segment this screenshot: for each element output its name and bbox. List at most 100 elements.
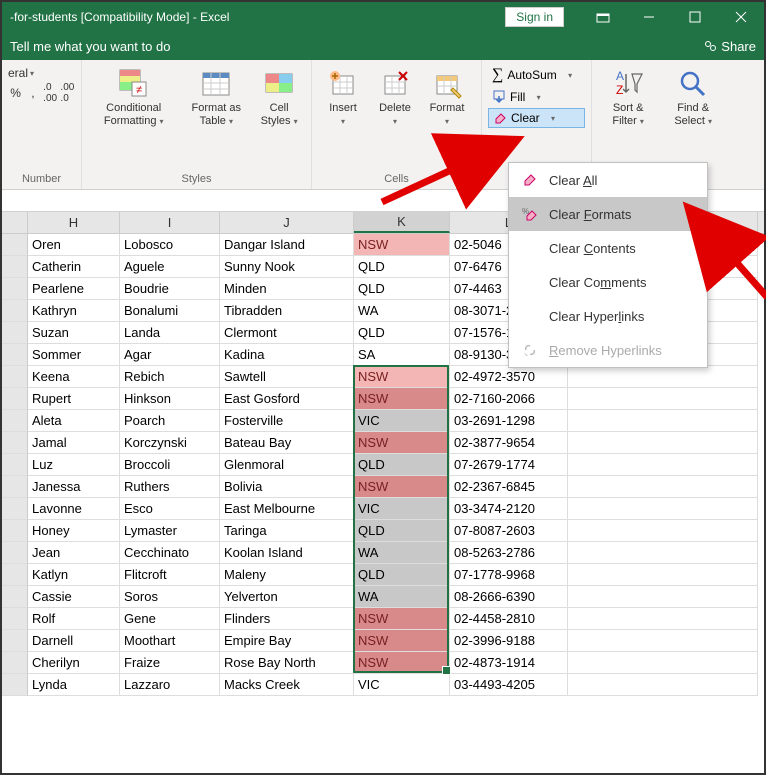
cell[interactable]: Aleta [28,410,120,432]
cell[interactable]: Moothart [120,630,220,652]
cell[interactable]: Jamal [28,432,120,454]
cell[interactable]: Agar [120,344,220,366]
cell[interactable]: Lavonne [28,498,120,520]
cell[interactable]: Rolf [28,608,120,630]
cell[interactable]: East Gosford [220,388,354,410]
cell[interactable]: Dangar Island [220,234,354,256]
cell[interactable]: VIC [354,674,450,696]
cell[interactable]: Empire Bay [220,630,354,652]
clear-hyperlinks-item[interactable]: Clear Hyperlinks [509,299,707,333]
cell[interactable] [568,542,758,564]
cell[interactable]: Cecchinato [120,542,220,564]
cell[interactable]: Korczynski [120,432,220,454]
cell[interactable]: Tibradden [220,300,354,322]
decrease-decimal-icon[interactable]: .00.0 [60,82,75,104]
cell[interactable]: QLD [354,520,450,542]
cell[interactable] [568,366,758,388]
cell[interactable]: Esco [120,498,220,520]
fill-button[interactable]: Fill ▾ [488,88,585,106]
autosum-button[interactable]: ∑ AutoSum ▾ [488,64,585,86]
cell[interactable]: Bolivia [220,476,354,498]
col-header-I[interactable]: I [120,212,220,233]
minimize-icon[interactable] [626,2,672,32]
cell[interactable]: Lobosco [120,234,220,256]
cell[interactable]: NSW [354,388,450,410]
cell[interactable]: QLD [354,256,450,278]
cell[interactable]: Macks Creek [220,674,354,696]
cell-styles-button[interactable]: Cell Styles ▾ [253,64,305,132]
cell[interactable]: Sommer [28,344,120,366]
cell[interactable]: 03-3474-2120 [450,498,568,520]
format-button[interactable]: Format▾ [422,64,472,132]
row-header[interactable] [2,344,28,366]
row-header[interactable] [2,410,28,432]
cell[interactable]: Boudrie [120,278,220,300]
cell[interactable]: WA [354,586,450,608]
cell[interactable]: 07-8087-2603 [450,520,568,542]
clear-contents-item[interactable]: Clear Contents [509,231,707,265]
row-header[interactable] [2,454,28,476]
cell[interactable]: NSW [354,630,450,652]
cell[interactable]: QLD [354,278,450,300]
select-all-corner[interactable] [2,212,28,233]
cell[interactable]: Yelverton [220,586,354,608]
cell[interactable]: Oren [28,234,120,256]
col-header-H[interactable]: H [28,212,120,233]
cell[interactable]: NSW [354,234,450,256]
cell[interactable]: Rebich [120,366,220,388]
number-format-dropdown[interactable]: eral▾ [8,66,75,80]
tellme-text[interactable]: Tell me what you want to do [10,39,170,54]
clear-comments-item[interactable]: Clear Comments [509,265,707,299]
cell[interactable]: Lynda [28,674,120,696]
delete-button[interactable]: Delete▾ [370,64,420,132]
cell[interactable]: 07-1778-9968 [450,564,568,586]
cell[interactable]: Aguele [120,256,220,278]
cell[interactable]: Bonalumi [120,300,220,322]
row-header[interactable] [2,630,28,652]
cell[interactable] [568,476,758,498]
comma-icon[interactable]: , [25,82,40,104]
row-header[interactable] [2,674,28,696]
cell[interactable]: Soros [120,586,220,608]
cell[interactable]: QLD [354,454,450,476]
cell[interactable] [568,608,758,630]
cell[interactable]: Katlyn [28,564,120,586]
maximize-icon[interactable] [672,2,718,32]
clear-all-item[interactable]: Clear All [509,163,707,197]
cell[interactable]: Suzan [28,322,120,344]
find-select-button[interactable]: Find & Select ▾ [660,64,726,132]
cell[interactable]: 02-4972-3570 [450,366,568,388]
row-header[interactable] [2,476,28,498]
cell[interactable]: Sunny Nook [220,256,354,278]
ribbon-display-icon[interactable] [580,2,626,32]
row-header[interactable] [2,278,28,300]
cell[interactable]: SA [354,344,450,366]
cell[interactable] [568,454,758,476]
cell[interactable]: 07-2679-1774 [450,454,568,476]
cell[interactable]: Glenmoral [220,454,354,476]
cell[interactable]: Bateau Bay [220,432,354,454]
cell[interactable]: Rupert [28,388,120,410]
cell[interactable]: Rose Bay North [220,652,354,674]
cell[interactable] [568,410,758,432]
cell[interactable]: 03-4493-4205 [450,674,568,696]
cell[interactable] [568,674,758,696]
signin-button[interactable]: Sign in [505,7,564,27]
sort-filter-button[interactable]: AZ Sort & Filter ▾ [598,64,658,132]
cell[interactable]: 02-4873-1914 [450,652,568,674]
cell[interactable]: VIC [354,498,450,520]
clear-button[interactable]: Clear ▾ [488,108,585,128]
cell[interactable]: Lazzaro [120,674,220,696]
cell[interactable]: QLD [354,322,450,344]
row-header[interactable] [2,256,28,278]
cell[interactable]: Taringa [220,520,354,542]
cell[interactable]: Maleny [220,564,354,586]
cell[interactable]: Clermont [220,322,354,344]
row-header[interactable] [2,300,28,322]
row-header[interactable] [2,322,28,344]
cell[interactable] [568,586,758,608]
cell[interactable] [568,520,758,542]
cell[interactable] [568,564,758,586]
cell[interactable]: Catherin [28,256,120,278]
cell[interactable]: Fosterville [220,410,354,432]
